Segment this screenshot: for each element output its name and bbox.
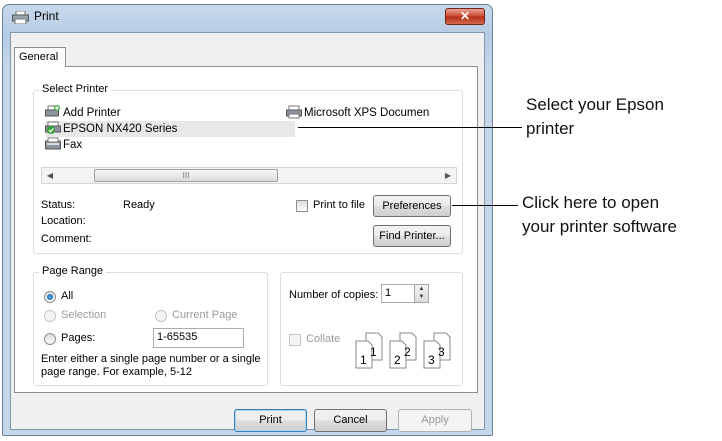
apply-button[interactable]: Apply [398,409,472,432]
scroll-right-icon[interactable]: ▶ [440,168,456,183]
printer-item-fax[interactable]: Fax [45,137,82,153]
default-printer-icon [45,121,61,134]
cancel-button[interactable]: Cancel [314,409,387,432]
collate-pages-icon: 1 1 2 2 3 3 [355,332,451,369]
page-range-hint-line2: page range. For example, 5-12 [41,366,193,378]
preferences-button[interactable]: Preferences [373,195,451,217]
collate-label[interactable]: Collate [306,333,340,345]
printer-name: Microsoft XPS Documen [304,107,430,119]
pages-label[interactable]: Pages: [61,332,95,344]
printer-item-epson-nx420[interactable]: EPSON NX420 Series [45,121,295,137]
printer-item-microsoft-xps[interactable]: Microsoft XPS Documen [286,105,458,121]
scrollbar-thumb[interactable]: III [94,169,278,182]
status-value: Ready [123,199,155,211]
select-printer-annotation-line1: Select your Epson [526,95,664,114]
printer-list-scrollbar[interactable]: ◀ III ▶ [41,167,457,184]
pages-input[interactable]: 1-65535 [153,328,244,348]
current-page-label[interactable]: Current Page [172,309,237,321]
current-page-radio[interactable] [155,310,167,322]
select-printer-title: Select Printer [39,83,112,95]
comment-label: Comment: [41,233,92,245]
printer-icon [286,105,302,119]
copies-input[interactable]: 1 [381,284,415,303]
select-printer-annotation-line2: printer [526,119,575,138]
pages-radio[interactable] [44,333,56,345]
scroll-left-icon[interactable]: ◀ [42,168,58,183]
page-number: 1 [370,345,377,359]
preferences-annotation-line2: your printer software [522,217,677,236]
printer-list[interactable]: Add Printer Microsoft XPS Documen EPSON … [39,101,459,161]
printer-name: Add Printer [63,107,121,119]
page-number: 2 [394,353,401,367]
page-number: 3 [428,353,435,367]
all-radio[interactable] [44,291,56,303]
spin-up-icon[interactable]: ▲ [415,285,428,293]
print-to-file-checkbox[interactable] [296,200,308,212]
number-of-copies-label: Number of copies: [289,289,379,301]
printer-name: EPSON NX420 Series [63,123,178,135]
window-title: Print [34,9,59,23]
page-range-title: Page Range [39,265,107,277]
copies-spinner[interactable]: ▲ ▼ [414,284,429,303]
selection-label[interactable]: Selection [61,309,106,321]
select-printer-callout-line [298,127,522,128]
title-bar[interactable]: Print ✕ [3,5,492,31]
page-number: 3 [438,345,445,359]
spin-down-icon[interactable]: ▼ [415,293,428,301]
printer-icon [12,11,29,24]
preferences-callout-line [452,205,518,206]
collate-checkbox[interactable] [289,334,301,346]
fax-icon [45,137,61,150]
print-button[interactable]: Print [234,409,307,432]
selection-radio[interactable] [44,310,56,322]
tab-general[interactable]: General [14,47,66,67]
add-printer-icon [45,105,60,117]
status-label: Status: [41,199,76,211]
page-number: 1 [360,353,367,367]
all-label[interactable]: All [61,290,73,302]
printer-item-add-printer[interactable]: Add Printer [45,105,121,121]
page-number: 2 [404,345,411,359]
location-label: Location: [41,215,86,227]
printer-name: Fax [63,139,83,151]
print-to-file-label[interactable]: Print to file [313,199,365,211]
page-range-hint-line1: Enter either a single page number or a s… [41,353,261,365]
find-printer-button[interactable]: Find Printer... [373,225,451,247]
close-button[interactable]: ✕ [445,8,485,25]
preferences-annotation-line1: Click here to open [522,193,660,212]
